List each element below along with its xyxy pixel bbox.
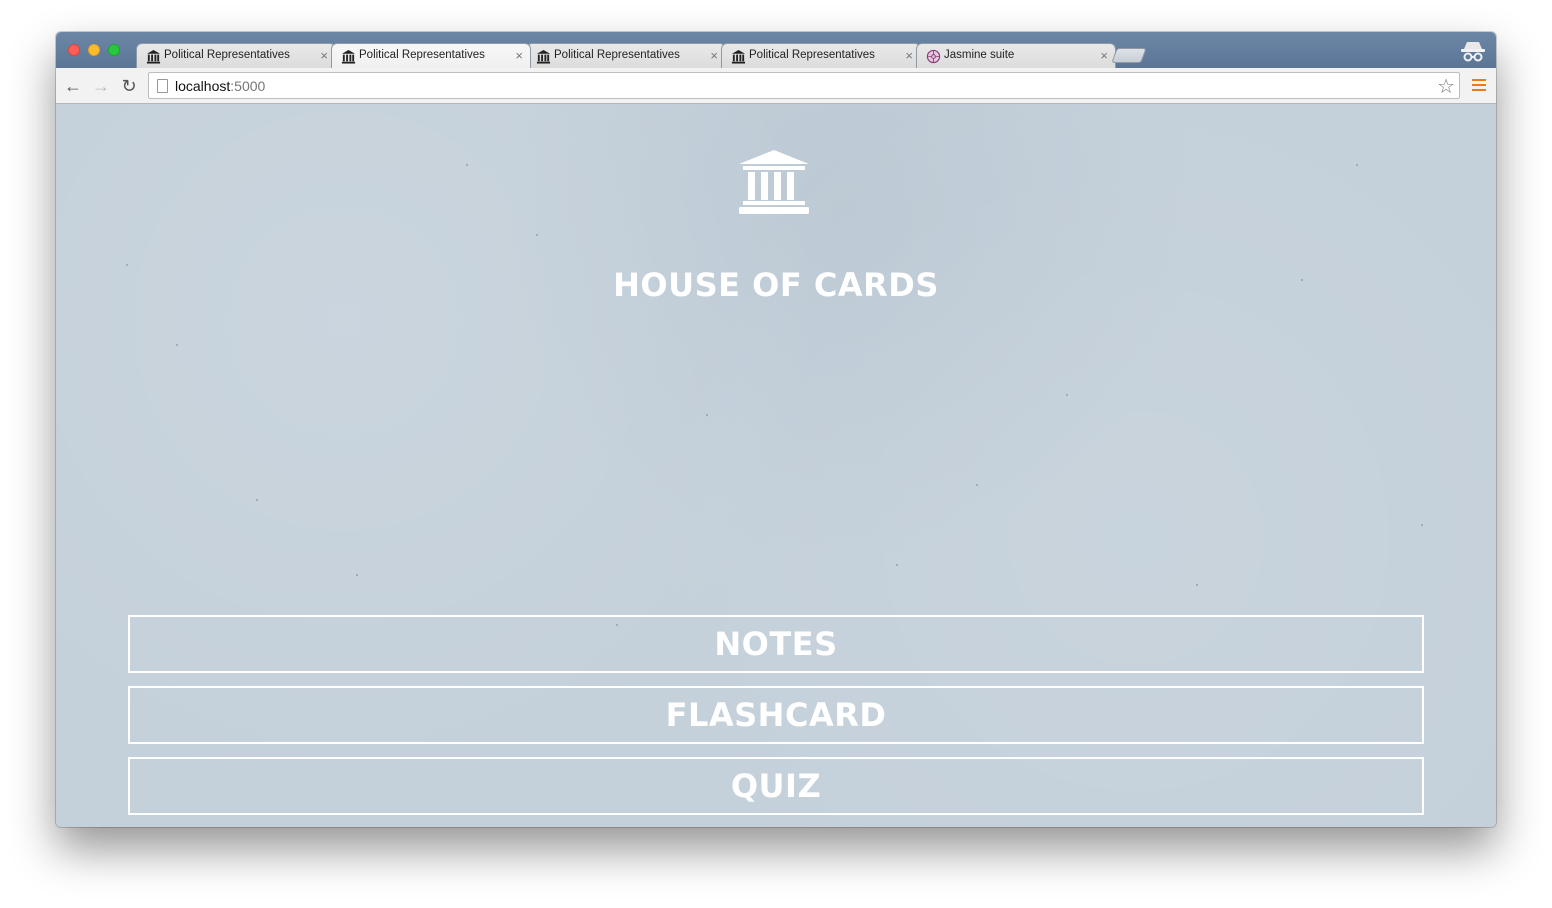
address-bar[interactable]: localhost:5000 ☆ [148, 72, 1460, 99]
quiz-button[interactable]: QUIZ [128, 757, 1424, 815]
minimize-window-button[interactable] [88, 44, 100, 56]
tab-title: Political Representatives [359, 49, 485, 61]
new-tab-button[interactable] [1111, 48, 1147, 63]
tab-close-icon[interactable]: × [905, 48, 913, 63]
jasmine-icon [926, 49, 941, 64]
tab-title: Political Representatives [749, 49, 875, 61]
tab-3[interactable]: Political Representatives × [526, 43, 726, 68]
tab-1[interactable]: Political Representatives × [136, 43, 336, 68]
tab-close-icon[interactable]: × [320, 48, 328, 63]
tab-title: Political Representatives [554, 49, 680, 61]
tab-title: Political Representatives [164, 49, 290, 61]
browser-menu-icon[interactable] [1472, 79, 1486, 91]
page-title: HOUSE OF CARDS [613, 266, 939, 304]
capitol-icon [341, 49, 356, 64]
url-host: localhost [175, 78, 231, 94]
close-window-button[interactable] [68, 44, 80, 56]
forward-arrow-icon[interactable]: → [91, 76, 111, 96]
capitol-icon [146, 49, 161, 64]
page-icon [157, 79, 168, 93]
zoom-window-button[interactable] [108, 44, 120, 56]
tab-title: Jasmine suite [944, 49, 1015, 61]
tab-strip: Political Representatives × Political Re… [56, 32, 1496, 68]
tab-close-icon[interactable]: × [710, 48, 718, 63]
reload-icon[interactable]: ↻ [119, 76, 139, 96]
capitol-icon [536, 49, 551, 64]
capitol-building-icon [739, 150, 809, 214]
notes-button[interactable]: NOTES [128, 615, 1424, 673]
tab-close-icon[interactable]: × [515, 48, 523, 63]
bookmark-star-icon[interactable]: ☆ [1437, 74, 1455, 99]
page-viewport: HOUSE OF CARDS NOTES FLASHCARD QUIZ [56, 104, 1496, 827]
capitol-icon [731, 49, 746, 64]
flashcard-button[interactable]: FLASHCARD [128, 686, 1424, 744]
tab-5[interactable]: Jasmine suite × [916, 43, 1116, 68]
incognito-icon [1461, 42, 1485, 62]
url-port: :5000 [230, 78, 266, 94]
tab-close-icon[interactable]: × [1100, 48, 1108, 63]
tab-2[interactable]: Political Representatives × [331, 43, 531, 68]
browser-window: Political Representatives × Political Re… [56, 32, 1496, 827]
browser-toolbar: ← → ↻ localhost:5000 ☆ [56, 68, 1496, 104]
address-url[interactable]: localhost:5000 [175, 78, 265, 94]
tab-4[interactable]: Political Representatives × [721, 43, 921, 68]
back-arrow-icon[interactable]: ← [63, 76, 83, 96]
